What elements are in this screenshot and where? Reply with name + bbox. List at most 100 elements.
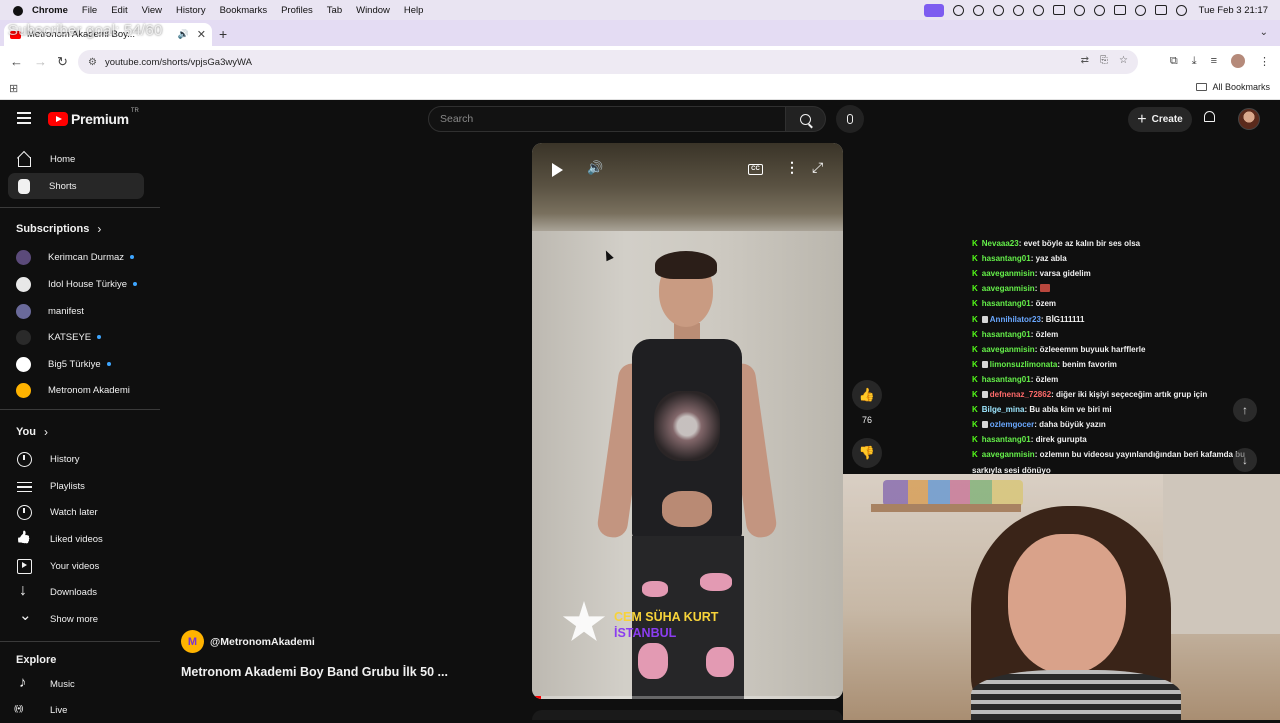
fullscreen-icon[interactable]: ⤢ [812,159,823,176]
play-icon[interactable] [552,163,563,177]
reload-icon[interactable]: ↻ [57,54,68,70]
notifications-bell-icon[interactable] [1203,111,1217,125]
audio-playing-icon[interactable]: 🔊 [178,29,189,40]
hamburger-menu-icon[interactable] [17,112,31,124]
battery-icon[interactable] [1113,5,1126,15]
guide-item-history[interactable]: History [8,446,144,472]
subscription-item[interactable]: manifest [16,300,144,322]
guide-item-watch-later[interactable]: Watch later [8,499,144,525]
menu-edit[interactable]: Edit [111,5,127,16]
captions-icon[interactable]: CC [748,164,763,175]
apps-grid-icon[interactable]: ⊞ [9,82,18,95]
address-bar[interactable]: ⚙ youtube.com/shorts/vpjsGa3wyWA ⇄ ⎘ ☆ [78,50,1138,74]
address-url[interactable]: youtube.com/shorts/vpjsGa3wyWA [105,57,252,68]
scroll-down-arrow-icon[interactable]: ↓ [1233,448,1257,472]
forward-icon[interactable]: → [34,54,47,69]
scroll-up-arrow-icon[interactable]: ↑ [1233,398,1257,422]
translate-icon[interactable]: ⇄ [1081,55,1089,66]
search-icon [800,113,811,125]
openai-icon[interactable] [992,4,1004,16]
menu-bookmarks[interactable]: Bookmarks [220,5,268,16]
tab-close-icon[interactable]: ✕ [197,28,206,41]
menu-tab[interactable]: Tab [327,5,342,16]
search-button[interactable] [786,106,826,132]
guide-item-label: Playlists [50,480,85,492]
wifi-icon[interactable] [1093,4,1105,16]
extensions-icon[interactable]: ⧉ [1170,55,1178,68]
shorts-video-player[interactable]: CEM SÜHA KURT İSTANBUL 🔊 CC ⋮ ⤢ [532,143,843,699]
search-icon[interactable] [1134,4,1146,16]
guide-divider [0,207,160,208]
guide-item-label: Show more [50,613,99,625]
reading-list-icon[interactable]: ≡ [1211,55,1217,67]
back-icon[interactable]: ← [10,54,23,69]
guide-item-liked-videos[interactable]: Liked videos [8,526,144,552]
video-progress-bar[interactable] [532,696,843,699]
guide-item-label: Home [50,153,76,165]
guide-item-your-videos[interactable]: Your videos [8,553,144,579]
install-app-icon[interactable]: ⎘ [1100,55,1108,66]
guide-item-downloads[interactable]: Downloads [8,579,144,605]
chat-username: hasantang01 [981,329,1031,339]
guide-item-shorts[interactable]: Shorts [8,173,144,199]
subscription-item[interactable]: Kerimcan Durmaz [16,246,144,268]
voice-search-button[interactable] [836,105,864,133]
site-info-icon[interactable]: ⚙ [88,57,97,68]
search-input[interactable]: Search [428,106,786,132]
menu-history[interactable]: History [176,5,206,16]
youtube-premium-logo[interactable]: Premium TR [48,108,139,127]
bookmark-star-icon[interactable]: ☆ [1119,55,1128,66]
menu-view[interactable]: View [142,5,162,16]
sync-icon[interactable] [972,4,984,16]
subscriptions-header[interactable]: Subscriptions › [16,222,101,236]
subscription-item[interactable]: KATSEYE [16,326,144,348]
chat-message: Khasantang01: özem [972,299,1254,309]
guide-item-home[interactable]: Home [8,146,144,172]
guide-item-label: Music [50,678,75,690]
youtube-masthead: Premium TR Search + Create [0,100,1280,140]
menu-file[interactable]: File [82,5,97,16]
subscription-item[interactable]: Idol House Türkiye [16,273,144,295]
volume-icon[interactable]: 🔊 [587,160,603,176]
video-title[interactable]: Metronom Akademi Boy Band Grubu İlk 50 .… [181,665,448,679]
control-center-icon[interactable] [1154,5,1167,15]
menu-profiles[interactable]: Profiles [281,5,313,16]
channel-avatar[interactable]: M [181,630,204,653]
account-icon[interactable] [1073,4,1085,16]
screen-record-icon[interactable] [923,3,944,17]
guide-item-show-more[interactable]: Show more [8,606,144,632]
you-header[interactable]: You › [16,425,48,439]
menubar-clock[interactable]: Tue Feb 3 21:17 [1199,5,1268,16]
more-options-icon[interactable]: ⋮ [785,159,799,176]
music-icon [17,674,32,692]
subscription-item[interactable]: Metronom Akademi [16,379,144,401]
like-button[interactable]: 👍 [852,380,882,410]
create-button[interactable]: + Create [1128,107,1192,132]
menu-help[interactable]: Help [404,5,424,16]
downloads-icon[interactable]: ⤓ [1192,55,1197,68]
guide-item-music[interactable]: Music [8,671,144,697]
next-short-preview[interactable] [532,710,843,720]
apple-icon[interactable] [12,4,24,16]
menu-window[interactable]: Window [356,5,390,16]
explore-title: Explore [16,654,57,666]
siri-icon[interactable] [1175,4,1187,16]
play-icon[interactable] [1012,4,1024,16]
new-tab-button[interactable]: + [219,26,227,42]
tab-search-chevron-icon[interactable]: ⌄ [1260,27,1268,38]
subscription-item[interactable]: Big5 Türkiye [16,353,144,375]
menu-app-name[interactable]: Chrome [32,5,68,16]
channel-info[interactable]: M @MetronomAkademi [181,630,315,653]
guide-item-live[interactable]: Live [8,697,144,723]
moon-icon[interactable] [1032,4,1044,16]
all-bookmarks-button[interactable]: All Bookmarks [1196,82,1270,92]
dislike-button[interactable]: 👎 [852,438,882,468]
creative-cloud-icon[interactable] [952,4,964,16]
guide-item-playlists[interactable]: Playlists [8,473,144,499]
chat-text: : Bu abla kim ve biri mi [1024,405,1112,415]
account-avatar[interactable] [1238,108,1260,130]
keyboard-input-icon[interactable] [1052,5,1065,15]
channel-handle[interactable]: @MetronomAkademi [210,636,315,648]
chrome-menu-icon[interactable]: ⋮ [1259,55,1270,68]
profile-avatar[interactable] [1231,54,1245,68]
